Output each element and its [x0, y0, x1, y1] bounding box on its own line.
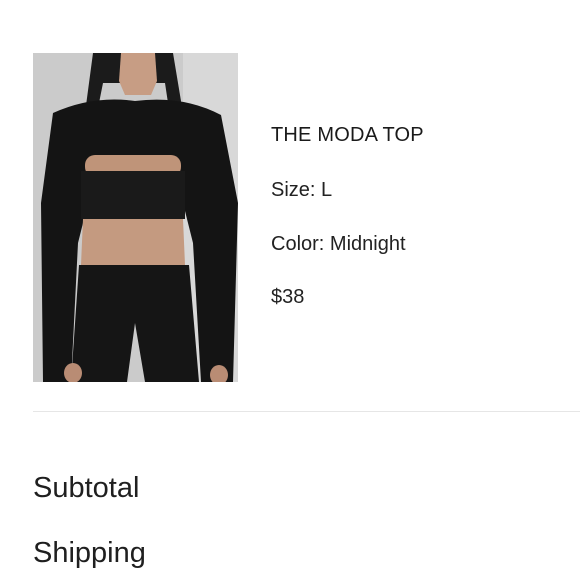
cart-page: THE MODA TOP Size: L Color: Midnight $38… — [0, 0, 580, 580]
shipping-label: Shipping — [33, 537, 146, 569]
product-name[interactable]: THE MODA TOP — [271, 121, 424, 149]
product-info: THE MODA TOP — [271, 121, 424, 149]
divider — [33, 411, 580, 412]
product-color: Color: Midnight — [271, 233, 406, 255]
product-image[interactable] — [33, 53, 238, 382]
product-photo-graphic — [33, 53, 238, 382]
product-price: $38 — [271, 286, 305, 308]
product-size: Size: L — [271, 179, 333, 201]
subtotal-label: Subtotal — [33, 472, 140, 504]
